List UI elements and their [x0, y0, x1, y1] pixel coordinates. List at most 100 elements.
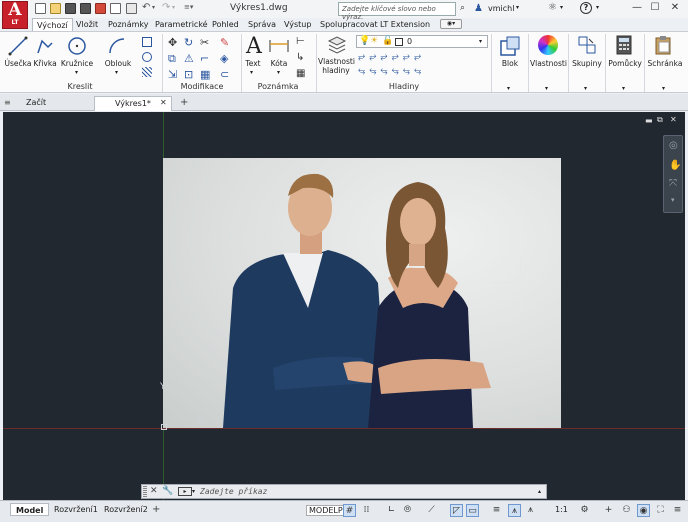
offset-icon[interactable]: ⊂	[220, 68, 229, 81]
polyline-button[interactable]: Křivka	[32, 59, 58, 68]
utilities-dropdown-icon[interactable]: ▾	[622, 85, 625, 92]
add-layout-icon[interactable]: +	[152, 504, 160, 515]
tab-output[interactable]: Výstup	[280, 18, 315, 31]
layer-tools-row-2-icon[interactable]: ⥃⥃⥃⥃⥃⥃	[358, 66, 425, 76]
customize-toolbar-icon[interactable]: ≡▾	[184, 3, 193, 11]
text-icon[interactable]: A	[246, 34, 262, 59]
table-icon[interactable]: ▦	[296, 68, 305, 79]
trim-icon[interactable]: ✂	[200, 36, 209, 49]
groups-dropdown-icon[interactable]: ▾	[584, 85, 587, 92]
dimension-button[interactable]: Kóta	[266, 59, 292, 68]
redo-dropdown-icon[interactable]: ▾	[172, 4, 175, 11]
add-icon[interactable]: +	[602, 504, 615, 517]
minimize-icon[interactable]: —	[630, 2, 644, 15]
layers-panel-title[interactable]: Hladiny	[318, 82, 490, 92]
tab-lt-extension[interactable]: LT Extension	[376, 18, 434, 31]
lineweight-icon[interactable]: ≡	[490, 504, 503, 517]
command-customize-icon[interactable]: 🔧	[162, 486, 173, 496]
layout-tab-layout2[interactable]: Rozvržení2	[99, 503, 153, 516]
ribbon-options-icon[interactable]: ◉▾	[440, 19, 462, 29]
user-dropdown-icon[interactable]: ▾	[516, 4, 519, 11]
help-dropdown-icon[interactable]: ▾	[596, 4, 599, 11]
exchange-icon[interactable]: ⚛	[548, 2, 557, 13]
pan-icon[interactable]: ✋	[669, 160, 681, 171]
undo-dropdown-icon[interactable]: ▾	[152, 4, 155, 11]
ellipse-icon[interactable]	[142, 52, 152, 62]
drawing-canvas[interactable]: Y X ▬ ⧉ ✕	[3, 112, 685, 500]
clipboard-icon[interactable]	[654, 35, 672, 55]
stretch-icon[interactable]: ⇲	[168, 68, 177, 81]
leader-icon[interactable]: ⊢	[296, 36, 305, 47]
annotation-visibility-icon[interactable]: ⩚	[508, 504, 521, 517]
block-button[interactable]: Blok	[496, 59, 524, 68]
tab-home[interactable]: Výchozí	[32, 18, 73, 32]
layer-properties-button[interactable]: Vlastnosti hladiny	[318, 57, 355, 75]
groups-icon[interactable]	[577, 35, 597, 55]
command-history-icon[interactable]: ▴	[538, 488, 541, 495]
hardware-accel-icon[interactable]: ⚇	[620, 504, 633, 517]
close-tab-icon[interactable]: ✕	[160, 98, 167, 107]
clipboard-button[interactable]: Schránka	[646, 59, 684, 68]
line-button[interactable]: Úsečka	[4, 59, 32, 68]
command-grip-icon[interactable]	[143, 486, 147, 497]
layout-tab-layout1[interactable]: Rozvržení1	[49, 503, 103, 516]
properties-icon[interactable]	[538, 35, 558, 55]
tab-manage[interactable]: Správa	[244, 18, 280, 31]
layer-properties-icon[interactable]	[327, 35, 347, 55]
zoom-dropdown-icon[interactable]: ▾	[671, 196, 675, 204]
new-tab-icon[interactable]: +	[180, 97, 188, 108]
text-dropdown-icon[interactable]: ▾	[250, 69, 253, 76]
dimension-icon[interactable]	[268, 38, 290, 54]
raster-image[interactable]	[163, 158, 561, 428]
osnap-tracking-icon[interactable]: ⟋	[425, 504, 438, 517]
web-mobile-icon[interactable]	[95, 3, 106, 14]
arc-dropdown-icon[interactable]: ▾	[115, 69, 118, 76]
print-icon[interactable]	[126, 3, 137, 14]
rotate-icon[interactable]: ↻	[184, 36, 193, 49]
command-recent-dropdown-icon[interactable]: ▾	[192, 488, 195, 495]
customize-status-icon[interactable]: ≡	[671, 504, 684, 517]
osnap-toggle-icon[interactable]: ◸	[450, 504, 463, 517]
circle-icon[interactable]	[67, 36, 87, 56]
draw-panel-title[interactable]: Kreslit	[0, 82, 160, 92]
scale-icon[interactable]: ⊡	[184, 68, 193, 81]
tab-insert[interactable]: Vložit	[72, 18, 102, 31]
undo-icon[interactable]: ↶	[142, 2, 150, 13]
move-icon[interactable]: ✥	[168, 36, 177, 49]
rectangle-icon[interactable]	[142, 37, 152, 47]
isolate-objects-icon[interactable]: ◉	[637, 504, 650, 517]
maximize-icon[interactable]: ☐	[648, 2, 662, 15]
grid-toggle-icon[interactable]: #	[343, 504, 356, 517]
annotation-scale[interactable]: 1:1	[555, 505, 568, 514]
explode-icon[interactable]: ◈	[220, 52, 228, 65]
clipboard-dropdown-icon[interactable]: ▾	[662, 85, 665, 92]
block-icon[interactable]	[499, 35, 521, 57]
dimension-dropdown-icon[interactable]: ▾	[277, 69, 280, 76]
properties-button[interactable]: Vlastnosti	[530, 59, 567, 68]
close-icon[interactable]: ✕	[668, 2, 682, 15]
multileader-icon[interactable]: ↳	[296, 52, 304, 63]
workspace-gear-icon[interactable]: ⚙	[578, 504, 591, 517]
block-dropdown-icon[interactable]: ▾	[507, 85, 510, 92]
modify-panel-title[interactable]: Modifikace	[164, 82, 240, 92]
properties-dropdown-icon[interactable]: ▾	[545, 85, 548, 92]
user-name[interactable]: vmichl	[488, 4, 514, 13]
hatch-icon[interactable]	[142, 67, 152, 77]
application-menu-button[interactable]: A LT	[2, 1, 28, 29]
annotation-panel-title[interactable]: Poznámka	[242, 82, 314, 92]
circle-button[interactable]: Kružnice	[60, 59, 94, 68]
text-button[interactable]: Text	[243, 59, 263, 68]
file-tab-start[interactable]: Začít	[6, 96, 92, 111]
layer-tools-row-1-icon[interactable]: ⥂⥂⥂⥂⥂⥂	[358, 52, 425, 62]
command-recent-icon[interactable]: ▸	[178, 487, 192, 496]
snap-toggle-icon[interactable]: ⁞⁞	[360, 504, 373, 517]
groups-button[interactable]: Skupiny	[571, 59, 603, 68]
command-close-icon[interactable]: ✕	[150, 486, 158, 496]
redo-icon[interactable]: ↷	[162, 2, 170, 13]
new-file-icon[interactable]	[35, 3, 46, 14]
utilities-button[interactable]: Pomůcky	[607, 59, 643, 68]
viewport-close-icon[interactable]: ✕	[670, 115, 677, 124]
layout-tab-model[interactable]: Model	[10, 503, 50, 516]
search-icon[interactable]: ⌕	[460, 3, 465, 13]
save-as-icon[interactable]	[80, 3, 91, 14]
